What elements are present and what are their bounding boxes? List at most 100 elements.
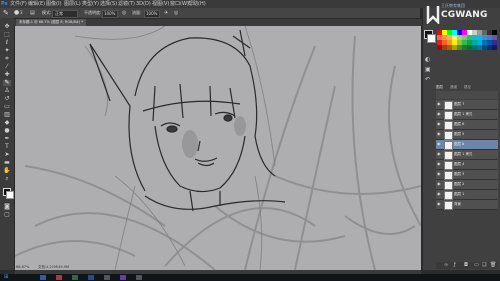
visibility-eye-icon[interactable]: ◉ [437,122,441,126]
layer-name: 图层 1 拷贝 [454,152,473,156]
menu-image[interactable]: 图像(I) [46,0,61,8]
mode-value: 正常 [55,11,63,16]
menu-3d[interactable]: 3D(D) [136,0,151,8]
adjustments-icon[interactable]: ◐ [425,56,430,63]
delete-layer-icon[interactable]: 🗑 [490,262,496,268]
history-icon[interactable]: ↶ [425,76,430,83]
menu-layer[interactable]: 图层(L) [64,0,81,8]
menu-view[interactable]: 视图(V) [152,0,169,8]
layer-filter-bar[interactable] [436,91,498,99]
tab-paths[interactable]: 路径 [464,84,471,90]
pen-tool-icon[interactable]: ✒ [3,136,11,142]
visibility-eye-icon[interactable]: ◉ [437,132,441,136]
layer-mask-icon[interactable]: ◘ [464,262,468,268]
start-icon[interactable]: ⊞ [4,275,10,280]
taskbar-app-icon[interactable] [104,275,110,280]
document-tab[interactable]: 未标题-1 @ 66.7% (图层 8, RGB/8#) * [16,19,86,26]
menu-file[interactable]: 文件(F) [10,0,27,8]
visibility-eye-icon[interactable]: ◉ [437,152,441,156]
mode-select[interactable]: 正常 [52,10,78,18]
zoom-tool-icon[interactable]: ⌕ [3,176,11,182]
taskbar-app-icon[interactable] [120,275,126,280]
layer-row[interactable]: ◉ 图层 4 [436,160,498,170]
layer-row[interactable]: ◉ 图层 2 [436,180,498,190]
link-layers-icon[interactable]: ∞ [444,262,448,268]
taskbar-app-icon[interactable] [56,275,62,280]
layer-thumbnail [444,171,453,180]
dodge-tool-icon[interactable]: ● [3,128,11,134]
layer-row[interactable]: ◉ 背景 [436,200,498,210]
layer-row-selected[interactable]: ◉ 图层 8 [436,140,498,150]
layer-row[interactable]: ◉ 图层 1 拷贝 [436,150,498,160]
new-group-icon[interactable]: ▭ [474,262,479,268]
background-color-swatch[interactable] [6,191,14,199]
styles-icon[interactable]: ▣ [425,66,431,73]
menu-select[interactable]: 选择(S) [100,0,117,8]
opacity-field[interactable]: 100% [102,10,118,18]
crop-tool-icon[interactable]: ⌗ [3,56,11,62]
screen-mode-icon[interactable]: ▢ [3,212,11,218]
menu-help[interactable]: 帮助(H) [188,0,206,8]
brush-panel-toggle-icon[interactable]: ▤ [30,8,35,18]
taskbar: ⊞ [0,274,500,281]
layer-name: 图层 7 [454,102,465,106]
layer-thumbnail [444,161,453,170]
menu-type[interactable]: 类型(Y) [82,0,99,8]
visibility-eye-icon[interactable]: ◉ [437,112,441,116]
layer-name: 背景 [454,202,461,206]
quick-mask-icon[interactable]: ◙ [3,204,11,210]
shape-tool-icon[interactable]: ▬ [3,160,11,166]
eraser-tool-icon[interactable]: ▭ [3,104,11,110]
visibility-eye-icon[interactable]: ◉ [437,172,441,176]
menu-edit[interactable]: 编辑(E) [28,0,45,8]
healing-tool-icon[interactable]: ✚ [3,72,11,78]
new-layer-icon[interactable]: ❏ [482,262,486,268]
hand-tool-icon[interactable]: ✋ [3,168,11,174]
layer-row[interactable]: ◉ 图层 7 [436,100,498,110]
gradient-tool-icon[interactable]: ▥ [3,112,11,118]
brush-tool-icon[interactable]: ✎ [3,80,11,86]
color-panel-swatches[interactable] [424,30,436,46]
tab-layers[interactable]: 图层 [436,84,443,90]
layer-style-icon[interactable]: ƒ [454,262,456,268]
brush-size-value[interactable]: 3 [20,8,23,18]
visibility-eye-icon[interactable]: ◉ [437,142,441,146]
brush-preset-icon[interactable]: ✎ [3,8,9,18]
eyedropper-tool-icon[interactable]: ⁄ [3,64,11,70]
swatches-grid[interactable] [437,30,497,50]
panel-background-swatch[interactable] [427,34,436,43]
move-tool-icon[interactable]: ✥ [3,24,11,30]
quick-select-tool-icon[interactable]: ✦ [3,48,11,54]
clone-stamp-tool-icon[interactable]: ♙ [3,88,11,94]
airbrush-icon[interactable]: ✈ [164,8,168,18]
pressure-size-icon[interactable]: ◎ [174,8,178,18]
taskbar-app-icon[interactable] [72,275,78,280]
blur-tool-icon[interactable]: ◆ [3,120,11,126]
opacity-label: 不透明度: [84,10,102,15]
visibility-eye-icon[interactable]: ◉ [437,202,441,206]
path-select-tool-icon[interactable]: ➤ [3,152,11,158]
layer-row[interactable]: ◉ 图层 5 [436,130,498,140]
marquee-tool-icon[interactable]: ⬚ [3,32,11,38]
tab-channels[interactable]: 通道 [450,84,457,90]
layer-row[interactable]: ◉ 图层 1 [436,190,498,200]
layer-row[interactable]: ◉ 图层 6 [436,120,498,130]
taskbar-app-icon[interactable] [136,275,142,280]
history-brush-tool-icon[interactable]: ↺ [3,96,11,102]
lasso-tool-icon[interactable]: ℓ [3,40,11,46]
flow-field[interactable]: 100% [144,10,160,18]
pressure-opacity-icon[interactable]: ◎ [122,8,126,18]
type-tool-icon[interactable]: T [3,144,11,150]
layer-row[interactable]: ◉ 图层 1 拷贝 [436,110,498,120]
canvas[interactable] [15,26,421,270]
menu-filter[interactable]: 滤镜(T) [118,0,135,8]
visibility-eye-icon[interactable]: ◉ [437,102,441,106]
photoshop-taskbar-icon[interactable] [88,275,94,280]
visibility-eye-icon[interactable]: ◉ [437,192,441,196]
visibility-eye-icon[interactable]: ◉ [437,162,441,166]
layer-row[interactable]: ◉ 图层 3 [436,170,498,180]
visibility-eye-icon[interactable]: ◉ [437,182,441,186]
brush-preview-icon[interactable]: ● [14,8,19,18]
taskbar-app-icon[interactable] [40,275,46,280]
menu-window[interactable]: 窗口(W) [170,0,189,8]
